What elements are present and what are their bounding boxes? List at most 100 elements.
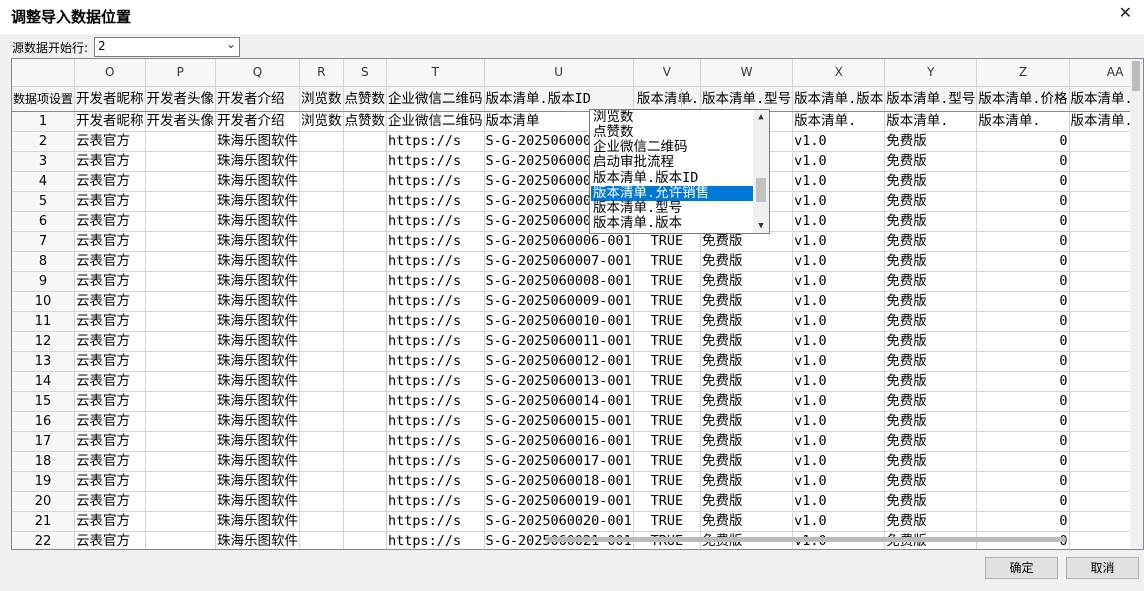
- mapping-cell-w[interactable]: 版本清单.型号: [700, 86, 794, 112]
- grid-cell: 0: [976, 491, 1070, 512]
- mapping-cell-z[interactable]: 版本清单.价格: [976, 86, 1070, 112]
- ok-button[interactable]: 确定: [985, 557, 1058, 579]
- grid-cell: S-G-2025060006-001: [484, 231, 634, 252]
- grid-cell: 0: [976, 391, 1070, 412]
- column-letter-o[interactable]: O: [74, 59, 146, 87]
- grid-cell: [343, 411, 388, 432]
- table-row: 5云表官方珠海乐图软件https://sS-G-2025060004-001TR…: [12, 191, 1143, 212]
- column-letter-r[interactable]: R: [299, 59, 344, 87]
- table-row: 14 云表官方 珠海乐图软件 https://s S-G-2025060013-001 T…: [12, 371, 1143, 392]
- column-letter-y[interactable]: Y: [884, 59, 978, 87]
- grid-cell: 免费版: [700, 411, 794, 432]
- row-number: 17: [12, 431, 76, 452]
- start-row-select[interactable]: 2 ⌄: [94, 37, 240, 57]
- grid-cell: 珠海乐图软件: [215, 531, 301, 549]
- grid-cell: [343, 171, 388, 192]
- grid-cell: [145, 271, 217, 292]
- grid-cell: 云表官方: [74, 451, 146, 472]
- mapping-cell-q[interactable]: 开发者介绍: [215, 86, 301, 112]
- grid-cell: [145, 371, 217, 392]
- grid-cell: 0: [976, 311, 1070, 332]
- scroll-down-icon[interactable]: ▼: [753, 219, 769, 233]
- grid-cell: 珠海乐图软件: [215, 491, 301, 512]
- mapping-cell-s[interactable]: 点赞数: [343, 86, 388, 112]
- row-number: 9: [12, 271, 76, 292]
- dropdown-option[interactable]: 企业微信二维码: [593, 140, 688, 155]
- column-letter-x[interactable]: X: [792, 59, 886, 87]
- column-letter-q[interactable]: Q: [215, 59, 301, 87]
- grid-cell: 免费版: [884, 271, 978, 292]
- column-letter-z[interactable]: Z: [976, 59, 1070, 87]
- vertical-scroll-thumb[interactable]: [1132, 61, 1140, 91]
- grid-cell: [343, 371, 388, 392]
- dropdown-option[interactable]: 版本清单.型号: [593, 201, 682, 216]
- grid-cell: [145, 191, 217, 212]
- grid-cell: https://s: [386, 231, 485, 252]
- title-bar: 调整导入数据位置 ✕: [0, 0, 1144, 34]
- grid-cell: 免费版: [884, 151, 978, 172]
- data-grid[interactable]: OPQRSTUVWXYZAAAB数据项设置开发者昵称开发者头像开发者介绍浏览数点…: [11, 58, 1144, 550]
- grid-cell: 珠海乐图软件: [215, 451, 301, 472]
- dropdown-option[interactable]: 版本清单.版本ID: [593, 171, 698, 186]
- mapping-cell-p[interactable]: 开发者头像: [145, 86, 217, 112]
- grid-cell: S-G-2025060020-001: [484, 511, 634, 532]
- mapping-dropdown-list[interactable]: 浏览数 点赞数 企业微信二维码 启动审批流程 版本清单.版本ID 版本清单.允许销售 版本清…: [589, 109, 770, 234]
- grid-cell: v1.0: [792, 431, 886, 452]
- grid-cell: [145, 131, 217, 152]
- grid-cell: 免费版: [884, 471, 978, 492]
- cancel-button[interactable]: 取消: [1066, 557, 1139, 579]
- grid-cell: https://s: [386, 371, 485, 392]
- grid-cell: v1.0: [792, 331, 886, 352]
- dropdown-scroll-thumb[interactable]: [756, 178, 766, 202]
- table-row: 17 云表官方 珠海乐图软件 https://s S-G-2025060016-001 T…: [12, 431, 1143, 452]
- column-letter-v[interactable]: V: [633, 59, 701, 87]
- mapping-select-v[interactable]: 版本清单. ⌄: [632, 86, 701, 112]
- grid-cell: https://s: [386, 491, 485, 512]
- grid-cell: 0: [976, 451, 1070, 472]
- column-letter-s[interactable]: S: [343, 59, 388, 87]
- row-number: 19: [12, 471, 76, 492]
- grid-cell: 0: [976, 511, 1070, 532]
- grid-cell: 云表官方: [74, 271, 146, 292]
- mapping-cell-x[interactable]: 版本清单.版本: [792, 86, 886, 112]
- dropdown-option[interactable]: 启动审批流程: [593, 155, 674, 170]
- table-row: 1 开发者昵称 开发者头像 开发者介绍 浏览数 点赞数 企业微信二维码 版本清单 版本清单. 版本…: [12, 111, 1143, 132]
- mapping-cell-r[interactable]: 浏览数: [299, 86, 344, 112]
- grid-cell: 免费版: [884, 371, 978, 392]
- dropdown-scrollbar[interactable]: ▲ ▼: [753, 110, 769, 233]
- grid-cell: 免费版: [884, 411, 978, 432]
- chevron-down-icon[interactable]: ⌄: [680, 89, 698, 107]
- table-row: 20 云表官方 珠海乐图软件 https://s S-G-2025060019-001 T…: [12, 491, 1143, 512]
- table-row: 10 云表官方 珠海乐图软件 https://s S-G-2025060009-001 T…: [12, 291, 1143, 312]
- dropdown-option[interactable]: 版本清单.版本: [593, 216, 682, 231]
- mapping-cell-u[interactable]: 版本清单.版本ID: [484, 86, 634, 112]
- table-row: 6云表官方珠海乐图软件https://sS-G-2025060005-001TR…: [12, 211, 1143, 232]
- grid-cell: 云表官方: [74, 251, 146, 272]
- dropdown-option[interactable]: 浏览数: [593, 110, 634, 125]
- grid-cell: 云表官方: [74, 151, 146, 172]
- column-letter-p[interactable]: P: [145, 59, 217, 87]
- grid-cell: [145, 211, 217, 232]
- grid-cell: https://s: [386, 291, 485, 312]
- vertical-scrollbar[interactable]: [1130, 59, 1143, 549]
- horizontal-scroll-thumb[interactable]: [546, 537, 1066, 542]
- grid-cell: 云表官方: [74, 471, 146, 492]
- grid-cell: [299, 471, 344, 492]
- grid-cell: 免费版: [700, 251, 794, 272]
- grid-cell: 0: [976, 431, 1070, 452]
- mapping-cell-y[interactable]: 版本清单.型号: [884, 86, 978, 112]
- mapping-cell-o[interactable]: 开发者昵称: [74, 86, 146, 112]
- column-letter-u[interactable]: U: [484, 59, 634, 87]
- mapping-cell-t[interactable]: 企业微信二维码: [386, 86, 485, 112]
- grid-cell: 免费版: [884, 251, 978, 272]
- table-row: 4云表官方珠海乐图软件https://sS-G-2025060003-001TR…: [12, 171, 1143, 192]
- column-letter-w[interactable]: W: [700, 59, 794, 87]
- column-letter-t[interactable]: T: [386, 59, 485, 87]
- dropdown-option[interactable]: 版本清单.允许销售: [591, 186, 753, 201]
- grid-cell: v1.0: [792, 411, 886, 432]
- grid-cell: [343, 391, 388, 412]
- close-icon[interactable]: ✕: [1119, 3, 1132, 22]
- dropdown-option[interactable]: 点赞数: [593, 125, 634, 140]
- scroll-up-icon[interactable]: ▲: [753, 110, 769, 124]
- grid-cell: https://s: [386, 211, 485, 232]
